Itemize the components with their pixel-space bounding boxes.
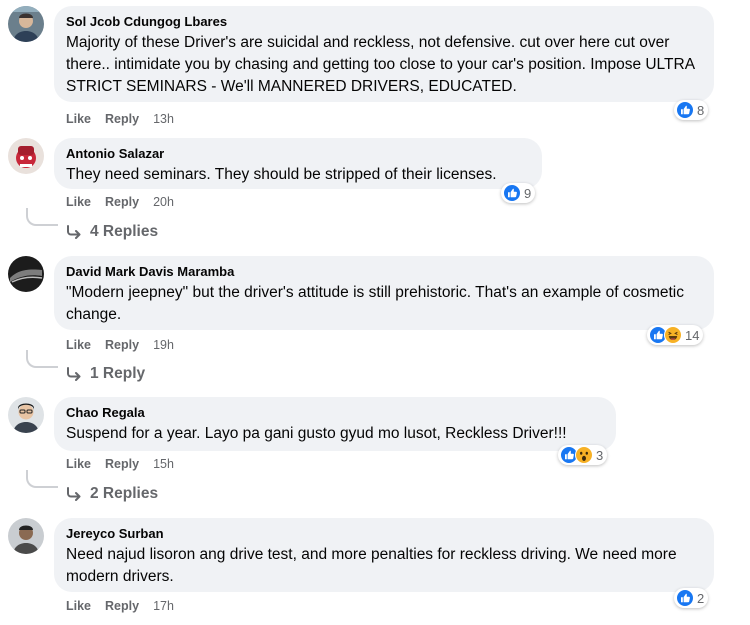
view-replies-link[interactable]: 1 Reply bbox=[66, 365, 145, 383]
reaction-summary[interactable]: 2 bbox=[674, 588, 709, 608]
comment-author[interactable]: Antonio Salazar bbox=[66, 146, 530, 162]
like-icon bbox=[676, 589, 694, 607]
like-button[interactable]: Like bbox=[66, 599, 91, 613]
avatar[interactable] bbox=[8, 6, 44, 42]
reaction-summary[interactable]: 8 bbox=[674, 100, 709, 120]
reply-button[interactable]: Reply bbox=[105, 457, 139, 471]
reaction-count: 14 bbox=[685, 327, 700, 343]
avatar[interactable] bbox=[8, 397, 44, 433]
comment-text: Majority of these Driver's are suicidal … bbox=[66, 34, 695, 95]
comment-bubble: Chao Regala Suspend for a year. Layo pa … bbox=[54, 397, 616, 451]
replies-label: 1 Reply bbox=[90, 365, 146, 382]
thread-line bbox=[26, 350, 58, 368]
comment-author[interactable]: David Mark Davis Maramba bbox=[66, 264, 702, 280]
like-button[interactable]: Like bbox=[66, 338, 91, 352]
comment-time[interactable]: 15h bbox=[153, 457, 174, 471]
comment-time[interactable]: 17h bbox=[153, 599, 174, 613]
replies-label: 4 Replies bbox=[90, 223, 159, 240]
wow-icon bbox=[575, 446, 593, 464]
reply-button[interactable]: Reply bbox=[105, 112, 139, 126]
comment-actions: Like Reply 17h bbox=[66, 598, 174, 614]
comment-text: Suspend for a year. Layo pa gani gusto g… bbox=[66, 425, 567, 442]
comment-text: They need seminars. They should be strip… bbox=[66, 166, 497, 183]
avatar[interactable] bbox=[8, 518, 44, 554]
reaction-count: 9 bbox=[524, 185, 532, 201]
reply-button[interactable]: Reply bbox=[105, 338, 139, 352]
comment-time[interactable]: 20h bbox=[153, 195, 174, 209]
comment-bubble: David Mark Davis Maramba "Modern jeepney… bbox=[54, 256, 714, 330]
comment-bubble: Sol Jcob Cdungog Lbares Majority of thes… bbox=[54, 6, 714, 102]
reaction-count: 2 bbox=[697, 590, 705, 606]
comment-time[interactable]: 13h bbox=[153, 112, 174, 126]
like-button[interactable]: Like bbox=[66, 457, 91, 471]
view-replies-link[interactable]: 4 Replies bbox=[66, 223, 158, 241]
comment-bubble: Jereyco Surban Need najud lisoron ang dr… bbox=[54, 518, 714, 592]
like-button[interactable]: Like bbox=[66, 195, 91, 209]
comment-time[interactable]: 19h bbox=[153, 338, 174, 352]
replies-label: 2 Replies bbox=[90, 485, 159, 502]
reaction-count: 3 bbox=[596, 447, 604, 463]
comment-actions: Like Reply 19h bbox=[66, 337, 174, 353]
comment-author[interactable]: Chao Regala bbox=[66, 405, 604, 421]
comment-author[interactable]: Sol Jcob Cdungog Lbares bbox=[66, 14, 702, 30]
haha-icon bbox=[664, 326, 682, 344]
reply-button[interactable]: Reply bbox=[105, 195, 139, 209]
like-icon bbox=[503, 184, 521, 202]
thread-line bbox=[26, 208, 58, 226]
comment-actions: Like Reply 20h bbox=[66, 194, 174, 210]
comment-text: "Modern jeepney" but the driver's attitu… bbox=[66, 284, 684, 323]
comment-author[interactable]: Jereyco Surban bbox=[66, 526, 702, 542]
avatar[interactable] bbox=[8, 256, 44, 292]
avatar[interactable] bbox=[8, 138, 44, 174]
reply-arrow-icon bbox=[66, 487, 82, 501]
reaction-summary[interactable]: 9 bbox=[501, 183, 536, 203]
comment-actions: Like Reply 15h bbox=[66, 456, 174, 472]
comment-text: Need najud lisoron ang drive test, and m… bbox=[66, 546, 677, 585]
comment-actions: Like Reply 13h bbox=[66, 111, 174, 127]
like-button[interactable]: Like bbox=[66, 112, 91, 126]
reply-button[interactable]: Reply bbox=[105, 599, 139, 613]
like-icon bbox=[676, 101, 694, 119]
reaction-summary[interactable]: 14 bbox=[647, 325, 704, 345]
reaction-count: 8 bbox=[697, 102, 705, 118]
comment-bubble: Antonio Salazar They need seminars. They… bbox=[54, 138, 542, 189]
thread-line bbox=[26, 470, 58, 488]
reply-arrow-icon bbox=[66, 367, 82, 381]
reply-arrow-icon bbox=[66, 225, 82, 239]
reaction-summary[interactable]: 3 bbox=[558, 445, 608, 465]
view-replies-link[interactable]: 2 Replies bbox=[66, 485, 158, 503]
